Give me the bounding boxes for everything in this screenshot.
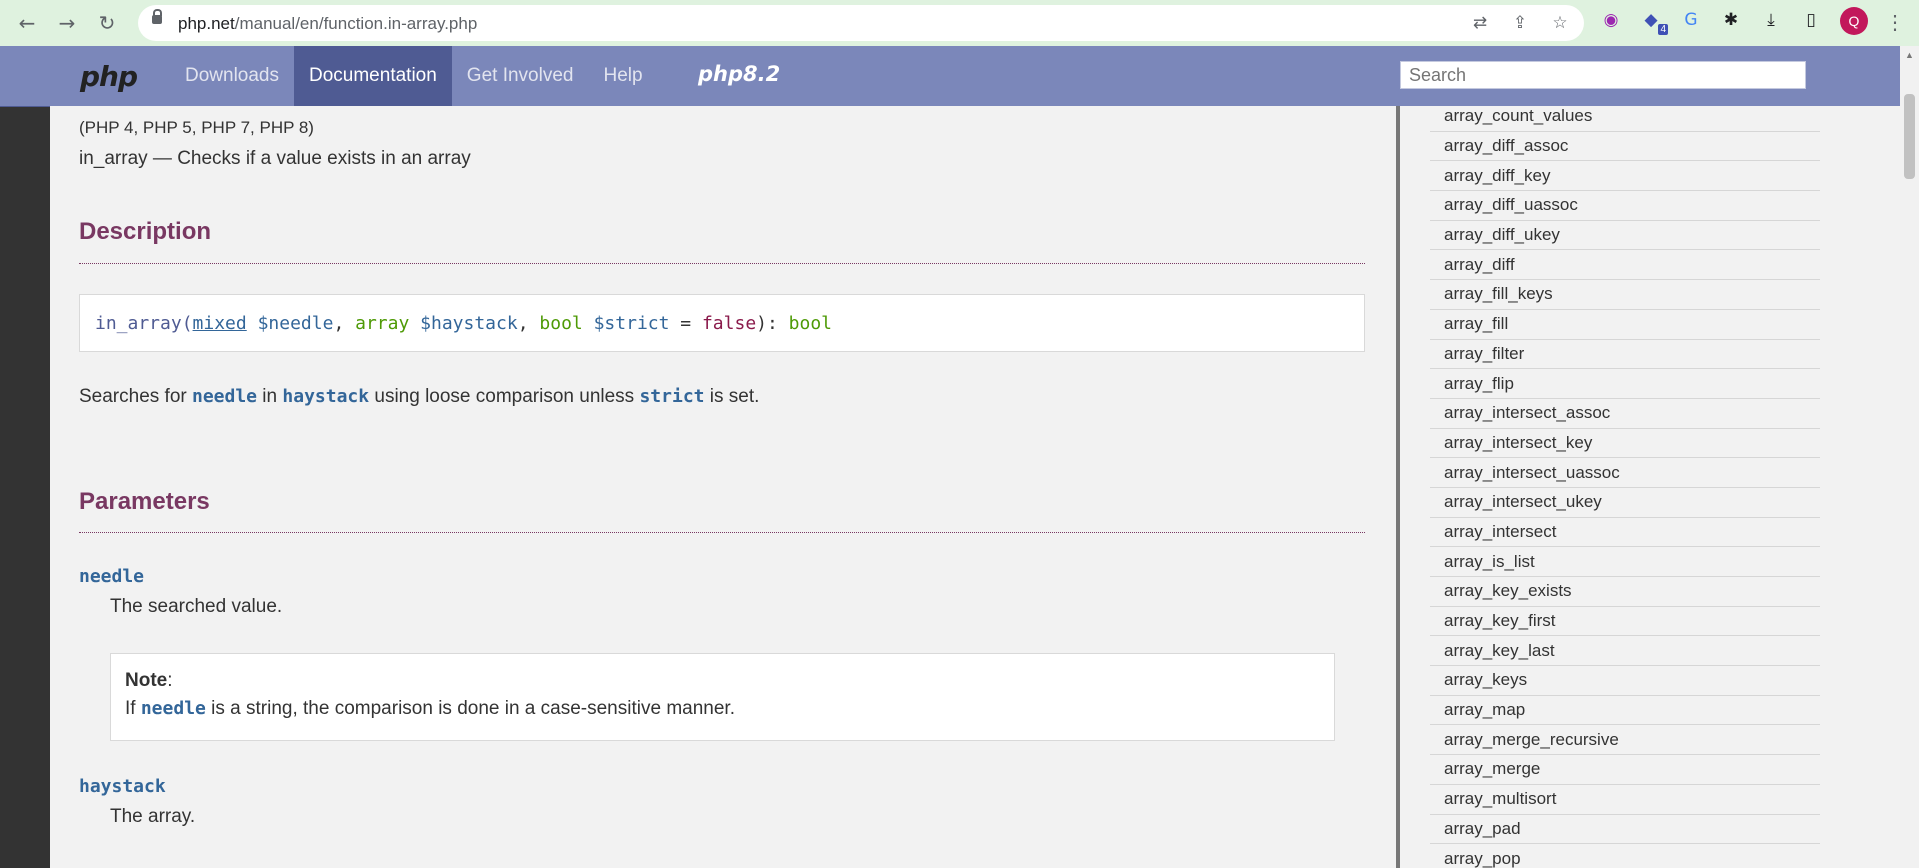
sidebar-item[interactable]: array_fill_keys xyxy=(1430,280,1820,310)
sidebar-item[interactable]: array_key_last xyxy=(1430,636,1820,667)
type-array: array xyxy=(355,313,410,334)
sidebar-item[interactable]: array_flip xyxy=(1430,369,1820,399)
address-bar[interactable]: php.net/manual/en/function.in-array.php … xyxy=(138,5,1584,41)
description-text: Searches for needle in haystack using lo… xyxy=(79,386,760,407)
php-navbar: php Downloads Documentation Get Involved… xyxy=(0,46,1900,107)
sidebar-item[interactable]: array_intersect_assoc xyxy=(1430,399,1820,429)
nav-help[interactable]: Help xyxy=(588,46,657,106)
code-strict: strict xyxy=(639,386,705,407)
sidebar-item[interactable]: array_diff_uassoc xyxy=(1430,191,1820,221)
sidebar-item[interactable]: array_intersect_key xyxy=(1430,429,1820,459)
page-scrollbar[interactable]: ▲ xyxy=(1900,46,1919,868)
cast-icon[interactable]: ◉ xyxy=(1600,9,1622,31)
scroll-thumb[interactable] xyxy=(1904,94,1915,179)
param-strict: $strict xyxy=(593,313,670,334)
sidebar-item[interactable]: array_merge_recursive xyxy=(1430,725,1820,756)
param-term-needle: needle xyxy=(79,566,145,587)
code-haystack: haystack xyxy=(282,386,370,407)
version-info: (PHP 4, PHP 5, PHP 7, PHP 8) xyxy=(79,118,314,137)
download-icon[interactable]: ⤓ xyxy=(1760,9,1782,31)
back-icon[interactable]: ← xyxy=(12,8,42,38)
sidebar-item[interactable]: array_filter xyxy=(1430,340,1820,370)
param-haystack: $haystack xyxy=(420,313,518,334)
sidebar-item[interactable]: array_is_list xyxy=(1430,547,1820,577)
sidebar-item[interactable]: array_intersect_ukey xyxy=(1430,488,1820,518)
forward-icon[interactable]: → xyxy=(52,8,82,38)
param-term-haystack: haystack xyxy=(79,776,166,797)
lock-icon[interactable] xyxy=(152,9,162,24)
scroll-up-icon[interactable]: ▲ xyxy=(1905,50,1914,60)
type-link-mixed[interactable]: mixed xyxy=(193,313,247,334)
function-sidebar: array_count_values array_diff_assoc array_… xyxy=(1400,106,1900,868)
menu-dots-icon[interactable]: ⋮ xyxy=(1885,10,1905,35)
note-text: If needle is a string, the comparison is… xyxy=(125,698,735,719)
type-bool: bool xyxy=(539,313,583,334)
manual-content: (PHP 4, PHP 5, PHP 7, PHP 8) in_array — … xyxy=(50,106,1396,868)
extension-badge-icon[interactable]: ◆ 4 xyxy=(1640,9,1668,35)
method-synopsis: in_array(mixed $needle, array $haystack,… xyxy=(79,294,1365,352)
function-name: in_array xyxy=(95,313,182,334)
main-nav: Downloads Documentation Get Involved Hel… xyxy=(170,46,658,106)
return-type: bool xyxy=(788,313,833,334)
share-icon[interactable]: ⇪ xyxy=(1510,13,1530,33)
sidebar-item[interactable]: array_count_values xyxy=(1430,106,1820,132)
default-value: false xyxy=(701,313,757,334)
bookmark-star-icon[interactable]: ☆ xyxy=(1550,13,1570,33)
code-needle: needle xyxy=(192,386,258,407)
url-text[interactable]: php.net/manual/en/function.in-array.php xyxy=(178,14,477,34)
sidebar-list: array_count_values array_diff_assoc array_… xyxy=(1430,106,1820,868)
description-heading: Description xyxy=(79,218,212,245)
sidebar-item[interactable]: array_pad xyxy=(1430,815,1820,845)
puzzle-extensions-icon[interactable]: ✱ xyxy=(1720,9,1742,31)
extension-badge: 4 xyxy=(1658,24,1668,35)
parameters-rule xyxy=(79,532,1365,533)
sidebar-item[interactable]: array_intersect_uassoc xyxy=(1430,458,1820,488)
sidebar-item[interactable]: array_map xyxy=(1430,696,1820,726)
sidebar-item[interactable]: array_pop xyxy=(1430,844,1820,868)
sidebar-item[interactable]: array_diff xyxy=(1430,250,1820,281)
param-needle: $needle xyxy=(257,313,334,334)
sidebar-item[interactable]: array_keys xyxy=(1430,666,1820,696)
avatar[interactable]: Q xyxy=(1840,7,1868,35)
nav-downloads[interactable]: Downloads xyxy=(170,46,294,106)
param-desc-haystack: The array. xyxy=(110,806,196,827)
sidebar-item[interactable]: array_diff_ukey xyxy=(1430,221,1820,251)
php-release-logo[interactable]: php8.2 xyxy=(698,62,780,86)
sidepanel-icon[interactable]: ▯ xyxy=(1800,9,1822,31)
param-desc-needle: The searched value. xyxy=(110,596,283,617)
sidebar-item[interactable]: array_multisort xyxy=(1430,785,1820,815)
search-input[interactable] xyxy=(1400,61,1806,89)
note-box: Note: If needle is a string, the compari… xyxy=(110,653,1335,741)
extensions-bar: ◉ ◆ 4 G ✱ ⤓ ▯ xyxy=(1600,9,1822,35)
note-title: Note xyxy=(125,670,168,691)
php-logo[interactable]: php xyxy=(80,60,138,93)
sidebar-item[interactable]: array_fill xyxy=(1430,310,1820,340)
ref-purpose: in_array — Checks if a value exists in a… xyxy=(79,148,471,169)
sidebar-item[interactable]: array_intersect xyxy=(1430,518,1820,548)
google-translate-icon[interactable]: G xyxy=(1680,9,1702,31)
translate-icon[interactable]: ⇄ xyxy=(1470,13,1490,33)
reload-icon[interactable]: ↻ xyxy=(92,8,122,38)
nav-documentation[interactable]: Documentation xyxy=(294,46,452,106)
parameters-heading: Parameters xyxy=(79,488,210,515)
sidebar-item[interactable]: array_diff_key xyxy=(1430,161,1820,192)
sidebar-item[interactable]: array_diff_assoc xyxy=(1430,132,1820,162)
browser-toolbar: ← → ↻ php.net/manual/en/function.in-arra… xyxy=(0,0,1919,46)
description-rule xyxy=(79,263,1365,264)
sidebar-item[interactable]: array_key_first xyxy=(1430,607,1820,637)
sidebar-item[interactable]: array_key_exists xyxy=(1430,577,1820,607)
sidebar-item[interactable]: array_merge xyxy=(1430,755,1820,785)
nav-get-involved[interactable]: Get Involved xyxy=(452,46,589,106)
